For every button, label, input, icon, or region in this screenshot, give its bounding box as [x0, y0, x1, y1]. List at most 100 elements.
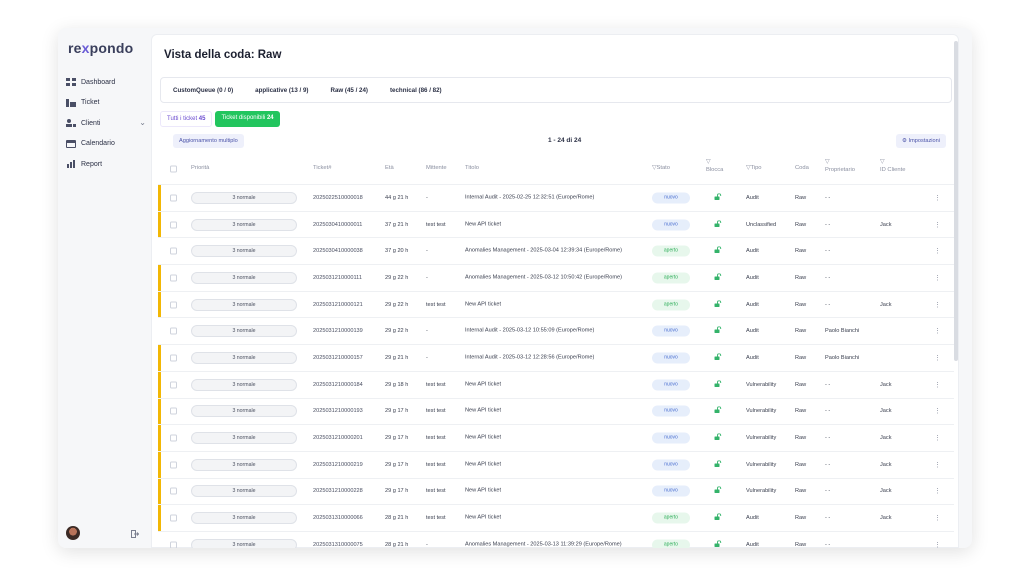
ticket-number[interactable]: 2025031310000075: [313, 542, 363, 548]
ticket-number[interactable]: 2025030410000011: [313, 222, 362, 228]
ticket-title[interactable]: Anomalies Management - 2025-03-04 12:39:…: [465, 248, 645, 255]
ticket-title[interactable]: New API ticket: [465, 488, 645, 495]
more-options-icon[interactable]: ⋮: [934, 514, 941, 522]
table-row[interactable]: 3 normale 2025031210000228 29 g 17 h test t…: [158, 478, 954, 506]
table-row[interactable]: 3 normale 2025031210000219 29 g 17 h test t…: [158, 451, 954, 479]
tab-technical[interactable]: technical (86 / 82): [390, 87, 442, 94]
unlock-icon[interactable]: [714, 273, 722, 282]
row-checkbox[interactable]: [170, 407, 177, 415]
row-checkbox[interactable]: [170, 461, 177, 469]
row-checkbox[interactable]: [170, 221, 177, 229]
col-id-cliente[interactable]: ▽ ID Cliente: [880, 159, 905, 174]
avatar[interactable]: [66, 526, 80, 540]
ticket-number[interactable]: 2025031210000139: [313, 328, 363, 334]
more-options-icon[interactable]: ⋮: [934, 327, 941, 335]
row-checkbox[interactable]: [170, 354, 177, 362]
logout-icon[interactable]: [131, 530, 139, 538]
col-eta[interactable]: Età: [385, 165, 394, 173]
ticket-number[interactable]: 2025031210000201: [313, 435, 363, 441]
unlock-icon[interactable]: [714, 406, 722, 416]
unlock-icon[interactable]: [714, 299, 722, 309]
all-tickets-filter[interactable]: Tutti i ticket 45: [160, 111, 213, 127]
ticket-title[interactable]: Internal Audit - 2025-02-25 12:32:51 (Eu…: [465, 194, 645, 201]
table-row[interactable]: 3 normale 2025031210000111 29 g 22 h - Anoma…: [158, 265, 954, 292]
table-row[interactable]: 3 normale 2025031310000066 28 g 21 h test t…: [158, 505, 954, 532]
more-options-icon[interactable]: ⋮: [934, 461, 941, 469]
unlock-icon[interactable]: [714, 486, 722, 496]
unlock-icon[interactable]: [714, 379, 722, 389]
col-coda[interactable]: Coda: [795, 165, 809, 173]
ticket-title[interactable]: New API ticket: [465, 301, 645, 308]
ticket-number[interactable]: 2025031210000111: [313, 275, 362, 281]
sidebar-item-report[interactable]: Report: [66, 154, 146, 174]
chevron-down-icon[interactable]: ⌄: [139, 118, 146, 127]
tab-raw[interactable]: Raw (45 / 24): [330, 87, 368, 94]
col-priorita[interactable]: Priorità: [191, 165, 209, 173]
table-row[interactable]: 3 normale 2025031210000193 29 g 17 h test t…: [158, 398, 954, 426]
more-options-icon[interactable]: ⋮: [934, 301, 941, 309]
select-all-checkbox[interactable]: [170, 165, 177, 173]
ticket-title[interactable]: New API ticket: [465, 435, 645, 442]
ticket-title[interactable]: New API ticket: [465, 381, 645, 388]
more-options-icon[interactable]: ⋮: [934, 487, 941, 495]
unlock-icon[interactable]: [714, 433, 722, 443]
ticket-number[interactable]: 2025031210000219: [313, 462, 363, 468]
ticket-number[interactable]: 2025022510000018: [313, 195, 363, 201]
available-tickets-filter[interactable]: Ticket disponibili 24: [215, 111, 280, 127]
ticket-number[interactable]: 2025031210000193: [313, 408, 363, 414]
col-proprietario[interactable]: ▽ Proprietario: [825, 159, 855, 174]
row-checkbox[interactable]: [170, 381, 177, 389]
unlock-icon[interactable]: [714, 246, 722, 256]
unlock-icon[interactable]: [714, 460, 722, 469]
filter-icon[interactable]: ▽: [706, 159, 710, 165]
ticket-number[interactable]: 2025031210000121: [313, 302, 363, 308]
row-checkbox[interactable]: [170, 274, 177, 282]
more-options-icon[interactable]: ⋮: [934, 247, 941, 255]
table-row[interactable]: 3 normale 2025031210000184 29 g 18 h test t…: [158, 371, 954, 399]
ticket-title[interactable]: New API ticket: [465, 515, 645, 522]
sidebar-item-ticket[interactable]: Ticket: [66, 93, 146, 113]
row-checkbox[interactable]: [170, 194, 177, 202]
col-stato[interactable]: ▽Stato: [652, 165, 670, 173]
ticket-title[interactable]: New API ticket: [465, 221, 645, 228]
bulk-update-button[interactable]: Aggiornamento multiplo: [173, 134, 244, 148]
scrollbar[interactable]: [954, 41, 958, 361]
more-options-icon[interactable]: ⋮: [934, 194, 941, 202]
table-row[interactable]: 3 normale 2025030410000038 37 g 20 h - Anoma…: [158, 238, 954, 266]
row-checkbox[interactable]: [170, 434, 177, 442]
ticket-number[interactable]: 2025030410000038: [313, 248, 363, 254]
tab-applicative[interactable]: applicative (13 / 9): [255, 87, 308, 94]
row-checkbox[interactable]: [170, 247, 177, 255]
tab-customqueue[interactable]: CustomQueue (0 / 0): [173, 87, 233, 94]
unlock-icon[interactable]: [714, 513, 722, 523]
col-mittente[interactable]: Mittente: [426, 165, 447, 173]
row-checkbox[interactable]: [170, 541, 177, 548]
more-options-icon[interactable]: ⋮: [934, 434, 941, 442]
ticket-title[interactable]: New API ticket: [465, 461, 645, 468]
table-row[interactable]: 3 normale 2025022510000018 44 g 21 h - Inter…: [158, 185, 954, 212]
table-row[interactable]: 3 normale 2025031210000157 29 g 21 h - Inter…: [158, 345, 954, 372]
sidebar-item-clienti[interactable]: Clienti ⌄: [66, 113, 146, 133]
settings-button[interactable]: ⚙ Impostazioni: [896, 134, 946, 148]
unlock-icon[interactable]: [714, 326, 722, 336]
col-blocca[interactable]: ▽ Blocca: [706, 159, 723, 174]
ticket-number[interactable]: 2025031210000228: [313, 488, 363, 494]
more-options-icon[interactable]: ⋮: [934, 381, 941, 389]
row-checkbox[interactable]: [170, 514, 177, 522]
ticket-title[interactable]: Anomalies Management - 2025-03-12 10:50:…: [465, 274, 645, 281]
table-row[interactable]: 3 normale 2025031210000121 29 g 22 h test t…: [158, 291, 954, 319]
ticket-title[interactable]: Anomalies Management - 2025-03-13 11:39:…: [465, 541, 645, 548]
more-options-icon[interactable]: ⋮: [934, 407, 941, 415]
filter-icon[interactable]: ▽: [880, 159, 884, 165]
row-checkbox[interactable]: [170, 487, 177, 495]
ticket-title[interactable]: New API ticket: [465, 408, 645, 415]
more-options-icon[interactable]: ⋮: [934, 221, 941, 229]
ticket-number[interactable]: 2025031210000157: [313, 355, 363, 361]
more-options-icon[interactable]: ⋮: [934, 354, 941, 362]
unlock-icon[interactable]: [714, 540, 722, 548]
ticket-title[interactable]: Internal Audit - 2025-03-12 10:55:09 (Eu…: [465, 328, 645, 335]
ticket-title[interactable]: Internal Audit - 2025-03-12 12:28:56 (Eu…: [465, 354, 645, 361]
table-row[interactable]: 3 normale 2025031210000201 29 g 17 h test t…: [158, 425, 954, 452]
col-tipo[interactable]: ▽Tipo: [746, 165, 762, 173]
sidebar-item-calendario[interactable]: Calendario: [66, 134, 146, 154]
